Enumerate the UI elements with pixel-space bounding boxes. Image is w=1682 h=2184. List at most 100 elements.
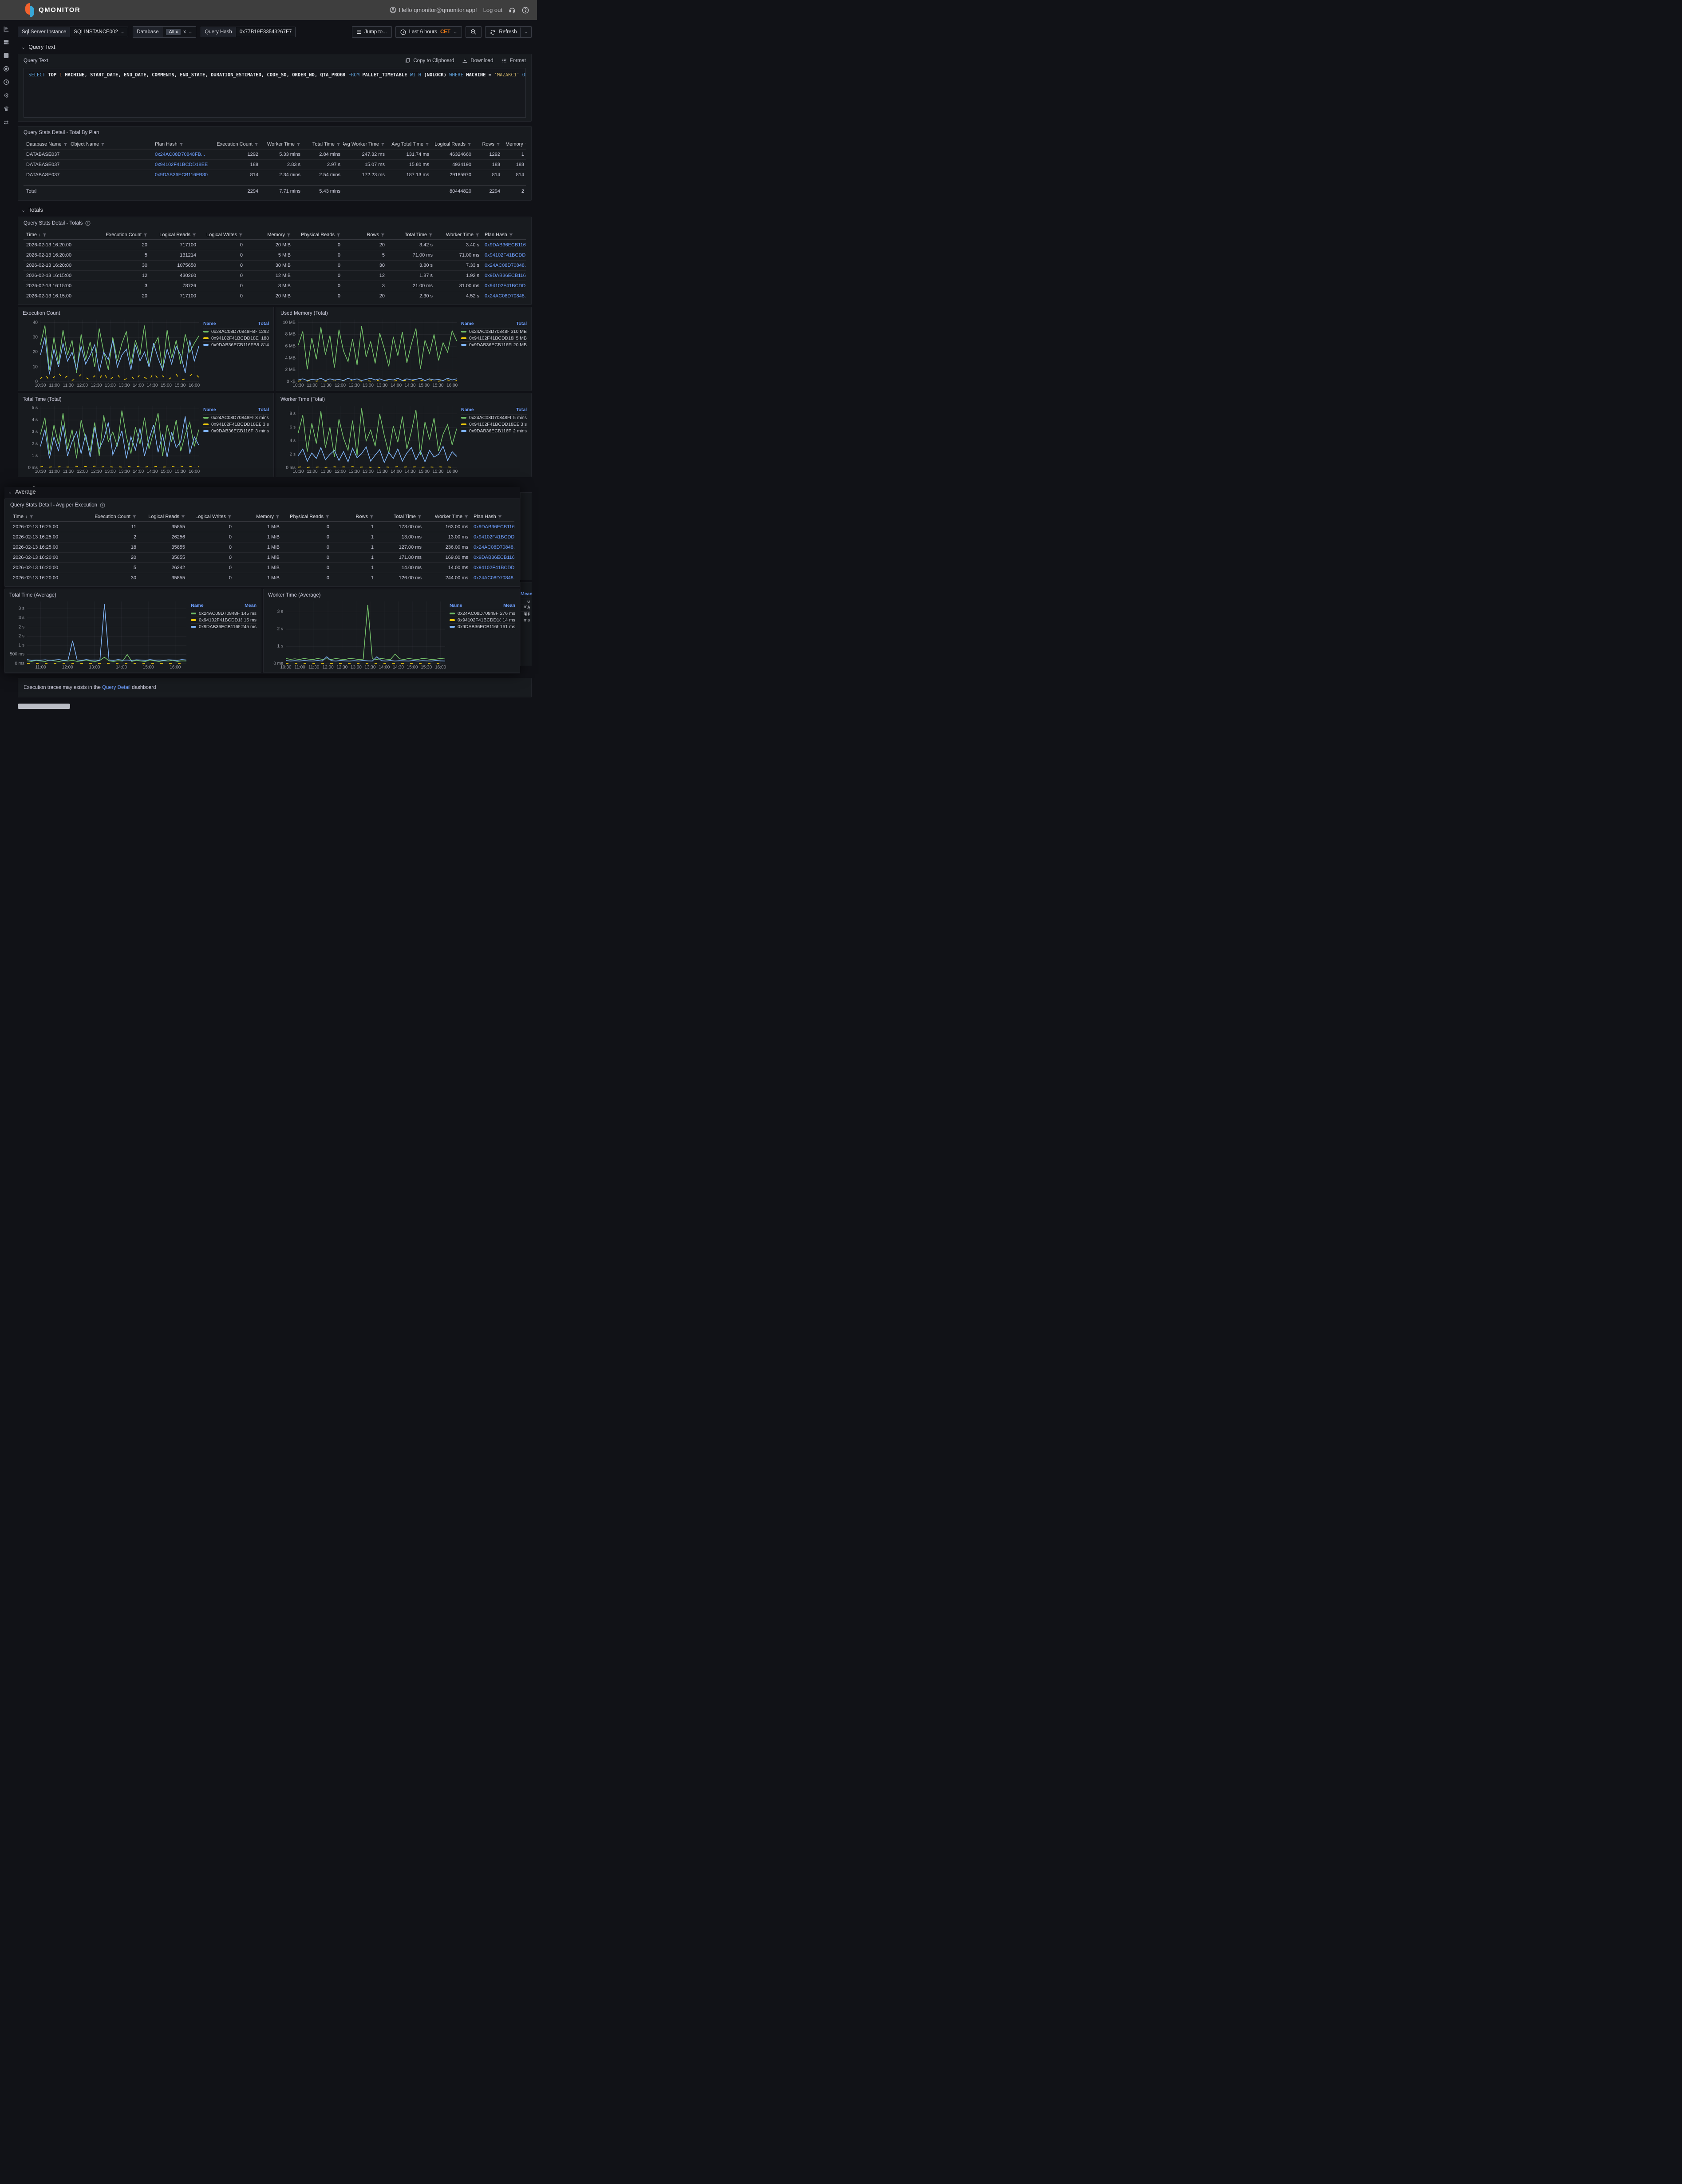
- column-header-avg-worker-time[interactable]: Avg Worker Time: [343, 142, 387, 147]
- plan-hash-link[interactable]: 0x9DAB36ECB116...: [482, 273, 526, 278]
- time-series-plot[interactable]: [27, 601, 186, 664]
- series-name[interactable]: 0x9DAB36ECB116FB80: [469, 428, 511, 434]
- column-header-memory[interactable]: Memory: [245, 232, 293, 237]
- plan-hash-link[interactable]: 0x24AC08D70848...: [482, 293, 526, 299]
- legend-name-header[interactable]: Name: [203, 407, 216, 412]
- refresh-button[interactable]: Refresh ⌄: [485, 26, 532, 38]
- column-header-physical-reads[interactable]: Physical Reads: [293, 232, 343, 237]
- legend-value-header[interactable]: Mean: [503, 603, 515, 608]
- time-series-plot[interactable]: [40, 320, 199, 382]
- column-header-database-name[interactable]: Database Name: [24, 142, 68, 147]
- series-name[interactable]: 0x94102F41BCDD18EE: [469, 422, 519, 427]
- series-name[interactable]: 0x9DAB36ECB116FB80: [199, 624, 240, 629]
- bar-chart-icon[interactable]: [3, 25, 10, 32]
- plan-hash-link[interactable]: 0x24AC08D70848...: [471, 545, 514, 550]
- time-series-plot[interactable]: [298, 406, 457, 468]
- series-name[interactable]: 0x9DAB36ECB116FB80: [469, 342, 512, 348]
- legend-value-header[interactable]: Total: [258, 407, 269, 412]
- column-header-rows[interactable]: Rows: [343, 232, 387, 237]
- support-headset-icon[interactable]: [509, 7, 516, 14]
- column-header-logical-writes[interactable]: Logical Writes: [199, 232, 245, 237]
- plan-hash-link[interactable]: 0x94102F41BCDD...: [471, 565, 514, 570]
- chevron-down-icon[interactable]: ⌄: [189, 30, 192, 35]
- column-header-physical-reads[interactable]: Physical Reads: [282, 514, 332, 519]
- series-name[interactable]: 0x24AC08D70848FBF4: [458, 611, 498, 616]
- legend-name-header[interactable]: Name: [191, 603, 204, 608]
- column-header-worker-time[interactable]: Worker Time: [424, 514, 471, 519]
- series-name[interactable]: 0x24AC08D70848FBF4: [211, 415, 253, 420]
- column-header-execution-count[interactable]: Execution Count: [79, 514, 139, 519]
- plan-hash-link[interactable]: 0x94102F41BCDD...: [471, 534, 514, 540]
- series-name[interactable]: 0x9DAB36ECB116FB80: [458, 624, 498, 629]
- query-hash-filter[interactable]: Query Hash 0x77B19E33543267F7: [201, 27, 296, 37]
- legend-value-header[interactable]: Total: [516, 407, 527, 412]
- info-icon[interactable]: [100, 502, 105, 508]
- series-name[interactable]: 0x94102F41BCDD18EE: [211, 422, 261, 427]
- plan-hash-link[interactable]: 0x24AC08D70848...: [471, 575, 514, 581]
- time-series-plot[interactable]: [286, 601, 445, 664]
- plan-hash-link[interactable]: 0x9DAB36ECB116...: [482, 242, 526, 248]
- database-clear-icon[interactable]: x: [183, 29, 186, 35]
- format-button[interactable]: Format: [501, 58, 526, 63]
- column-header-time[interactable]: Time↓: [24, 232, 90, 237]
- plan-hash-link[interactable]: 0x9DAB36ECB116FB80: [152, 172, 217, 178]
- series-name[interactable]: 0x94102F41BCDD18EE: [458, 617, 501, 623]
- section-average[interactable]: ⌄ Average: [8, 489, 520, 495]
- logout-link[interactable]: Log out: [483, 7, 502, 13]
- gear-icon[interactable]: ⚙: [3, 92, 10, 99]
- sql-server-instance-value[interactable]: SQLINSTANCE002: [74, 29, 118, 35]
- column-header-total-time[interactable]: Total Time: [387, 232, 435, 237]
- database-all-tag[interactable]: All x: [166, 29, 181, 35]
- column-header-time[interactable]: Time↓: [10, 514, 79, 519]
- record-icon[interactable]: [3, 65, 10, 72]
- help-icon[interactable]: [522, 7, 529, 14]
- column-header-rows[interactable]: Rows: [474, 142, 503, 147]
- plan-hash-link[interactable]: 0x24AC08D70848...: [482, 263, 526, 268]
- section-totals[interactable]: ⌄ Totals: [21, 207, 532, 213]
- time-series-plot[interactable]: [40, 406, 199, 468]
- column-header-worker-time[interactable]: Worker Time: [435, 232, 482, 237]
- column-header-logical-reads[interactable]: Logical Reads: [150, 232, 199, 237]
- time-series-plot[interactable]: [298, 320, 457, 382]
- query-hash-value[interactable]: 0x77B19E33543267F7: [240, 29, 292, 35]
- plan-hash-link[interactable]: 0x94102F41BCDD18EE: [152, 162, 217, 167]
- legend-value-header[interactable]: Mean: [245, 603, 257, 608]
- app-logo[interactable]: QMONITOR: [24, 3, 80, 17]
- database-icon[interactable]: [3, 52, 10, 59]
- series-name[interactable]: 0x9DAB36ECB116FB80: [211, 428, 253, 434]
- column-header-logical-reads[interactable]: Logical Reads: [139, 514, 188, 519]
- series-name[interactable]: 0x24AC08D70848FBF4: [469, 329, 509, 334]
- column-header-logical-writes[interactable]: Logical Writes: [188, 514, 234, 519]
- copy-to-clipboard-button[interactable]: Copy to Clipboard: [405, 58, 454, 63]
- column-header-worker-time[interactable]: Worker Time: [261, 142, 303, 147]
- chevron-down-icon[interactable]: ⌄: [121, 30, 124, 35]
- column-header-avg-total-time[interactable]: Avg Total Time: [387, 142, 432, 147]
- plan-hash-link[interactable]: 0x9DAB36ECB116...: [471, 524, 514, 530]
- query-detail-link[interactable]: Query Detail: [102, 685, 130, 690]
- column-header-memory[interactable]: Memory: [503, 142, 526, 147]
- download-button[interactable]: Download: [462, 58, 493, 63]
- column-header-plan-hash[interactable]: Plan Hash: [152, 142, 217, 147]
- section-query-text[interactable]: ⌄ Query Text: [21, 44, 532, 50]
- column-header-total-time[interactable]: Total Time: [376, 514, 424, 519]
- column-header-logical-reads[interactable]: Logical Reads: [432, 142, 474, 147]
- legend-value-header[interactable]: Total: [516, 321, 527, 326]
- plan-hash-link[interactable]: 0x94102F41BCDD...: [482, 283, 526, 289]
- series-name[interactable]: 0x94102F41BCDD18EE: [199, 617, 242, 623]
- column-header-execution-count[interactable]: Execution Count: [217, 142, 261, 147]
- info-icon[interactable]: [85, 221, 91, 226]
- series-name[interactable]: 0x24AC08D70848FBF4: [469, 415, 511, 420]
- plan-hash-link[interactable]: 0x9DAB36ECB116...: [471, 555, 514, 560]
- database-filter[interactable]: Database All x x ⌄: [133, 26, 196, 38]
- transfer-icon[interactable]: ⇄: [3, 119, 10, 126]
- crown-icon[interactable]: ♛: [3, 105, 10, 112]
- series-name[interactable]: 0x94102F41BCDD18EE: [469, 336, 514, 341]
- time-range-picker[interactable]: Last 6 hours CET ⌄: [395, 26, 462, 38]
- legend-name-header[interactable]: Name: [203, 321, 216, 326]
- column-header-memory[interactable]: Memory: [234, 514, 282, 519]
- column-header-execution-count[interactable]: Execution Count: [90, 232, 150, 237]
- series-name[interactable]: 0x24AC08D70848FBF4: [199, 611, 240, 616]
- column-header-total-time[interactable]: Total Time: [303, 142, 343, 147]
- column-header-object-name[interactable]: Object Name: [68, 142, 152, 147]
- refresh-interval-dropdown[interactable]: ⌄: [520, 28, 531, 37]
